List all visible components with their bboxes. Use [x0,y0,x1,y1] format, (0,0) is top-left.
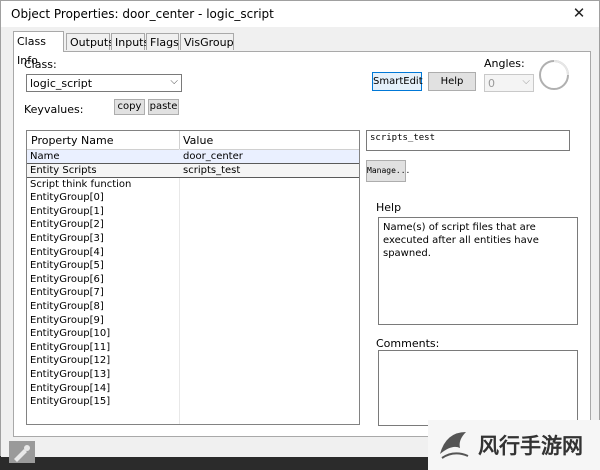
property-name: Script think function [30,179,132,190]
eyedropper-icon[interactable] [9,441,35,463]
table-row[interactable]: EntityGroup[0] [27,191,359,204]
table-row[interactable]: Script think function [27,178,359,191]
keyvalues-label: Keyvalues: [24,103,84,116]
property-name: Name [30,151,60,162]
table-header: Property Name Value [27,131,359,150]
property-name: EntityGroup[3] [30,233,104,244]
smartedit-button[interactable]: SmartEdit [372,72,423,91]
tab-outputs[interactable]: Outputs [66,33,114,50]
table-row[interactable]: EntityGroup[9] [27,314,359,327]
chevron-down-icon: ⌵ [522,76,530,87]
property-name: EntityGroup[15] [30,396,111,407]
table-row[interactable]: EntityGroup[5] [27,259,359,272]
window-title: Object Properties: door_center - logic_s… [11,7,274,21]
class-select-value: logic_script [30,77,93,90]
comments-textarea[interactable] [378,350,578,426]
property-name: EntityGroup[14] [30,383,111,394]
title-bar: Object Properties: door_center - logic_s… [1,1,599,27]
watermark: 风行手游网 [428,420,600,470]
property-value: scripts_test [183,165,241,176]
table-row[interactable]: EntityGroup[13] [27,368,359,381]
table-row[interactable]: Name door_center [27,150,359,163]
table-row[interactable]: EntityGroup[11] [27,341,359,354]
property-name: EntityGroup[4] [30,247,104,258]
table-row[interactable]: EntityGroup[15] [27,395,359,408]
property-name: EntityGroup[0] [30,192,104,203]
angles-label: Angles: [484,57,525,70]
watermark-text: 风行手游网 [478,434,583,458]
keyvalues-table: Property Name Value Name door_center Enti… [26,130,360,425]
property-name: EntityGroup[7] [30,287,104,298]
angles-select[interactable]: 0 ⌵ [484,74,534,92]
property-name: EntityGroup[13] [30,369,111,380]
angle-dial-icon[interactable] [538,58,570,92]
table-row[interactable]: EntityGroup[6] [27,273,359,286]
angles-select-value: 0 [488,77,495,90]
property-name: EntityGroup[12] [30,355,111,366]
table-row[interactable]: EntityGroup[3] [27,232,359,245]
property-name: EntityGroup[5] [30,260,104,271]
class-select[interactable]: logic_script ⌵ [26,74,182,92]
chevron-down-icon: ⌵ [170,76,178,87]
table-row[interactable]: EntityGroup[2] [27,218,359,231]
object-properties-window: Object Properties: door_center - logic_s… [0,0,600,463]
paste-button[interactable]: paste [148,99,179,115]
property-name: EntityGroup[8] [30,301,104,312]
column-header-value[interactable]: Value [183,134,213,147]
manage-button[interactable]: Manage... [366,160,410,182]
property-name: EntityGroup[1] [30,206,104,217]
help-text-box: Name(s) of script files that are execute… [378,217,578,325]
help-button[interactable]: Help [428,72,476,91]
property-value: door_center [183,151,243,162]
tab-visgroup[interactable]: VisGroup [180,33,234,50]
table-row[interactable]: EntityGroup[8] [27,300,359,313]
table-row[interactable]: EntityGroup[14] [27,382,359,395]
property-name: EntityGroup[11] [30,342,111,353]
column-divider[interactable] [179,131,180,149]
table-row[interactable]: EntityGroup[1] [27,205,359,218]
property-name: EntityGroup[9] [30,315,104,326]
table-row[interactable]: EntityGroup[7] [27,286,359,299]
close-button[interactable]: ✕ [569,4,589,22]
table-row-selected[interactable]: Entity Scripts scripts_test [27,163,359,178]
table-row[interactable]: EntityGroup[10] [27,327,359,340]
watermark-logo-icon [440,432,469,459]
value-input[interactable]: scripts_test [366,130,570,151]
property-name: Entity Scripts [30,165,97,176]
tab-flags[interactable]: Flags [146,33,179,50]
property-name: EntityGroup[10] [30,328,111,339]
comments-label: Comments: [376,337,440,350]
help-label: Help [376,201,402,214]
property-name: EntityGroup[6] [30,274,104,285]
column-header-property-name[interactable]: Property Name [31,134,114,147]
copy-button[interactable]: copy [114,99,145,115]
property-name: EntityGroup[2] [30,219,104,230]
class-info-panel: Class: logic_script ⌵ SmartEdit Help Ang… [13,51,591,437]
table-row[interactable]: EntityGroup[4] [27,246,359,259]
table-row[interactable]: EntityGroup[12] [27,354,359,367]
tab-class-info[interactable]: Class Info [13,31,64,67]
tab-inputs[interactable]: Inputs [111,33,149,50]
